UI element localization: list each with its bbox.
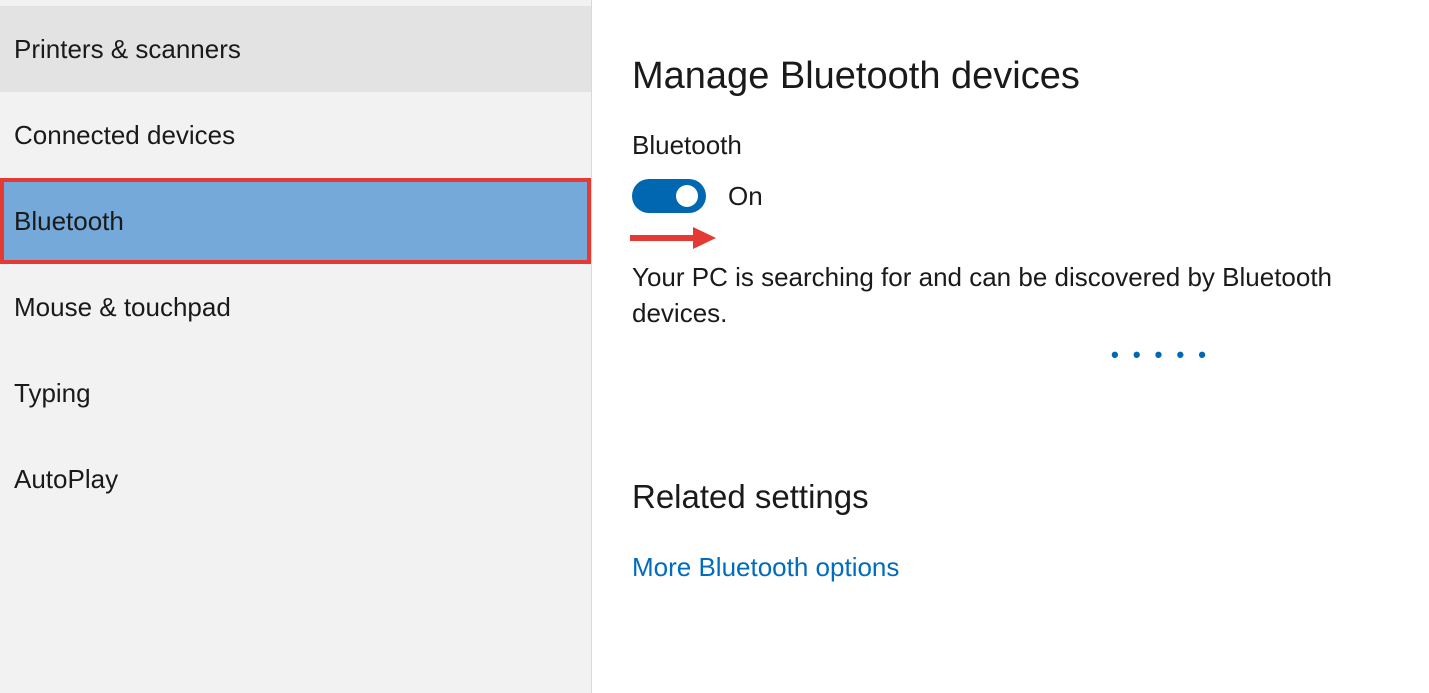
sidebar-item-printers-scanners[interactable]: Printers & scanners [0, 6, 591, 92]
more-bluetooth-options-link[interactable]: More Bluetooth options [632, 552, 1389, 583]
sidebar-item-label: Connected devices [14, 120, 235, 151]
sidebar-item-label: Mouse & touchpad [14, 292, 231, 323]
sidebar-item-label: Typing [14, 378, 91, 409]
bluetooth-status-text: Your PC is searching for and can be disc… [632, 259, 1389, 332]
annotation-arrow-icon [628, 225, 1389, 251]
sidebar-item-typing[interactable]: Typing [0, 350, 591, 436]
sidebar-item-label: Printers & scanners [14, 34, 241, 65]
sidebar-item-label: AutoPlay [14, 464, 118, 495]
page-title: Manage Bluetooth devices [632, 55, 1389, 98]
toggle-row: On [632, 179, 1389, 213]
bluetooth-toggle[interactable] [632, 179, 706, 213]
toggle-knob [676, 185, 698, 207]
sidebar-item-autoplay[interactable]: AutoPlay [0, 436, 591, 522]
sidebar-item-label: Bluetooth [14, 206, 124, 237]
related-settings-heading: Related settings [632, 478, 1389, 516]
sidebar-item-bluetooth[interactable]: Bluetooth [0, 178, 591, 264]
settings-window: Printers & scanners Connected devices Bl… [0, 0, 1429, 693]
bluetooth-toggle-label: Bluetooth [632, 130, 1389, 161]
sidebar-item-connected-devices[interactable]: Connected devices [0, 92, 591, 178]
loading-indicator-icon: • • • • • [632, 342, 1389, 368]
settings-sidebar: Printers & scanners Connected devices Bl… [0, 0, 592, 693]
bluetooth-toggle-state: On [728, 181, 763, 212]
main-content: Manage Bluetooth devices Bluetooth On Yo… [592, 0, 1429, 693]
sidebar-item-mouse-touchpad[interactable]: Mouse & touchpad [0, 264, 591, 350]
